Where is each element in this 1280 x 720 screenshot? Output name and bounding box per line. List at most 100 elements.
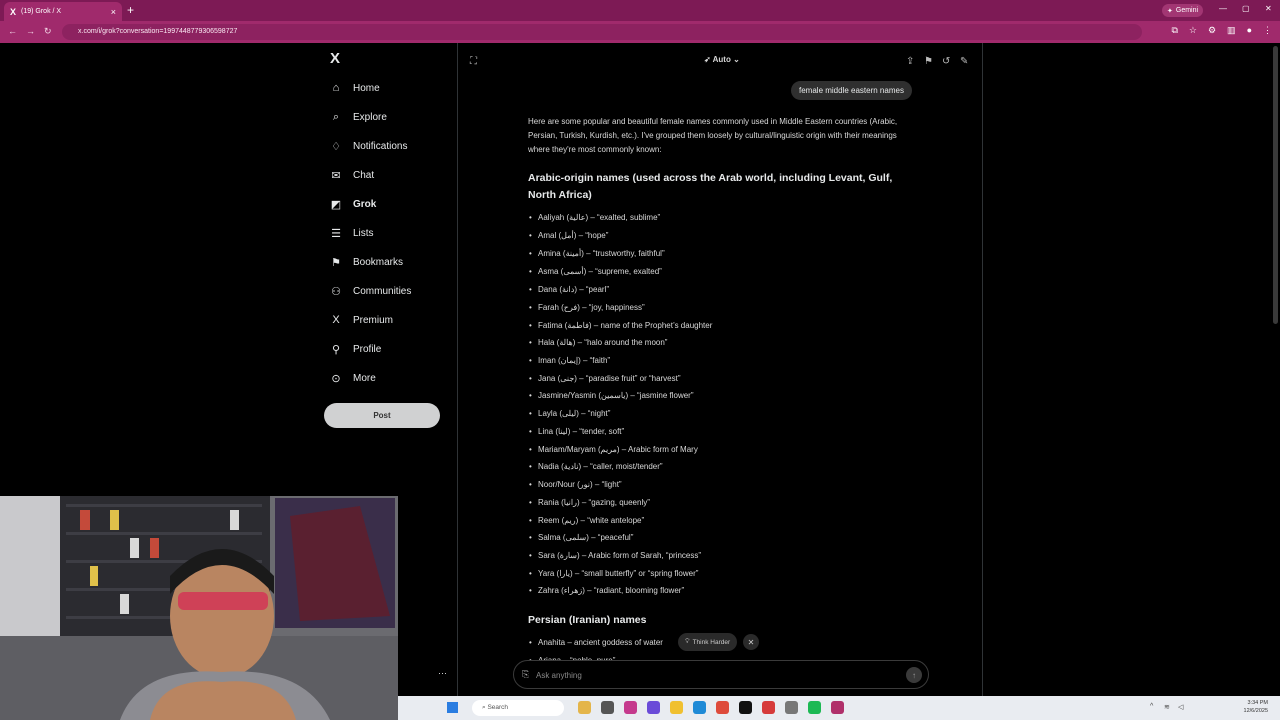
- model-selector[interactable]: ➶ Auto ⌄: [704, 55, 740, 64]
- grok-response: Here are some popular and beautiful fema…: [528, 115, 913, 665]
- gemini-label: Gemini: [1175, 7, 1199, 14]
- x-home-logo-icon[interactable]: X: [330, 50, 340, 67]
- home-icon: ⌂: [332, 82, 340, 94]
- star-icon[interactable]: ☆: [1189, 25, 1197, 36]
- app-m-icon[interactable]: [739, 701, 752, 714]
- dismiss-think-harder-icon[interactable]: ✕: [743, 634, 759, 650]
- share-icon[interactable]: ⇪: [906, 56, 914, 67]
- chevron-up-icon[interactable]: ^: [1150, 703, 1153, 710]
- bookmark-icon[interactable]: ⚑: [924, 56, 933, 67]
- url-text: x.com/i/grok?conversation=19974487793065…: [78, 28, 238, 35]
- file-explorer-icon[interactable]: [670, 701, 683, 714]
- x-icon: X: [332, 314, 340, 326]
- grok-main-panel: ⛶ ➶ Auto ⌄ ⇪ ⚑ ↺ ✎ female middle eastern…: [457, 43, 983, 696]
- minimize-icon[interactable]: —: [1219, 4, 1227, 13]
- clock[interactable]: 3:34 PM 12/6/2025: [1244, 699, 1268, 715]
- list-item: Dana (دانة) – “pearl”: [529, 285, 609, 294]
- address-bar-row: ← → ↻ x.com/i/grok?conversation=19974487…: [0, 21, 1280, 43]
- taskbar-search[interactable]: ⌕ Search: [472, 700, 564, 716]
- ask-anything-input[interactable]: [536, 668, 896, 682]
- wifi-icon[interactable]: ≋: [1164, 703, 1170, 711]
- expand-icon[interactable]: ⛶: [470, 56, 477, 67]
- window-close-icon[interactable]: ✕: [1265, 4, 1272, 13]
- list-item: Sara (سارة) – Arabic form of Sarah, “pri…: [529, 551, 701, 560]
- nav-label-chat: Chat: [353, 169, 375, 181]
- nav-item-grok[interactable]: ◩ Grok: [330, 196, 377, 212]
- list-icon: ☰: [331, 227, 341, 240]
- teams-icon[interactable]: [647, 701, 660, 714]
- reload-icon[interactable]: ↻: [44, 26, 52, 37]
- list-item: Jasmine/Yasmin (ياسمين) – “jasmine flowe…: [529, 391, 693, 400]
- gemini-button[interactable]: ✦ Gemini: [1162, 4, 1204, 17]
- list-item: Lina (لينا) – “tender, soft”: [529, 427, 624, 436]
- task-view-icon[interactable]: [601, 701, 614, 714]
- more-circle-icon: ⊙: [331, 372, 341, 385]
- url-field[interactable]: x.com/i/grok?conversation=19974487793065…: [62, 24, 1142, 40]
- chrome-profile-icon[interactable]: [831, 701, 844, 714]
- volume-icon[interactable]: ◁: [1178, 703, 1183, 711]
- tab-title: (19) Grok / X: [21, 8, 62, 15]
- list-item: Jana (جنى) – “paradise fruit” or “harves…: [529, 374, 681, 383]
- list-item: Aaliyah (عالية) – “exalted, sublime”: [529, 213, 660, 222]
- nav-label-premium: Premium: [353, 314, 394, 326]
- widgets-icon[interactable]: [578, 701, 591, 714]
- send-icon[interactable]: ↑: [906, 667, 922, 683]
- app-icon[interactable]: [624, 701, 637, 714]
- person-icon: ⚲: [331, 343, 341, 356]
- browser-tab[interactable]: X (19) Grok / X ×: [4, 2, 122, 21]
- think-harder-button[interactable]: 💡︎ Think Harder: [678, 633, 738, 651]
- section-heading-arabic: Arabic-origin names (used across the Ara…: [528, 172, 893, 201]
- account-more-icon[interactable]: ···: [438, 668, 447, 678]
- webcam-image: [0, 496, 398, 720]
- nav-item-notifications[interactable]: ♢ Notifications: [330, 138, 407, 154]
- forward-icon[interactable]: →: [26, 26, 35, 36]
- post-button[interactable]: Post: [324, 403, 440, 428]
- nav-item-home[interactable]: ⌂ Home: [330, 80, 380, 96]
- nav-item-bookmarks[interactable]: ⚑ Bookmarks: [330, 254, 403, 270]
- new-chat-icon[interactable]: ✎: [960, 56, 968, 67]
- nav-label-home: Home: [353, 82, 380, 94]
- bell-icon: ♢: [331, 140, 341, 153]
- nav-label-lists: Lists: [353, 227, 374, 239]
- spotify-icon[interactable]: [808, 701, 821, 714]
- list-item: Salma (سلمى) – “peaceful”: [529, 533, 633, 542]
- tab-close-icon[interactable]: ×: [111, 7, 116, 17]
- nav-item-premium[interactable]: X Premium: [330, 312, 393, 328]
- page-scrollbar[interactable]: [1273, 46, 1278, 324]
- x-logo-icon: X: [10, 6, 17, 17]
- edge-icon[interactable]: [693, 701, 706, 714]
- extensions-icon[interactable]: ⚙: [1208, 25, 1216, 36]
- composer: ⎘ ↑: [513, 660, 929, 689]
- taskbar: ⌕ Search ^ ≋ ◁ 3:34 PM 12/6/2025: [398, 696, 1280, 720]
- response-intro: Here are some popular and beautiful fema…: [528, 117, 898, 154]
- nav-item-profile[interactable]: ⚲ Profile: [330, 341, 381, 357]
- nav-item-chat[interactable]: ✉ Chat: [330, 167, 374, 183]
- think-harder-label: Think Harder: [692, 638, 731, 646]
- chrome-icon[interactable]: [716, 701, 729, 714]
- attach-icon[interactable]: ⎘: [522, 669, 529, 680]
- nav-item-more[interactable]: ⊙ More: [330, 370, 376, 386]
- nav-label-more: More: [353, 372, 376, 384]
- app-icon[interactable]: [785, 701, 798, 714]
- chevron-down-icon: ⌄: [733, 55, 740, 64]
- nav-label-profile: Profile: [353, 343, 382, 355]
- list-item: Farah (فرح) – “joy, happiness”: [529, 303, 645, 312]
- people-icon: ⚇: [331, 285, 341, 298]
- app-icon[interactable]: [762, 701, 775, 714]
- browser-menu-icon[interactable]: ⋮: [1263, 25, 1272, 36]
- new-tab-button[interactable]: +: [127, 3, 134, 17]
- back-icon[interactable]: ←: [8, 26, 17, 36]
- webcam-overlay: [0, 496, 398, 720]
- nav-label-notifications: Notifications: [353, 140, 408, 152]
- windows-start-icon[interactable]: [447, 702, 458, 713]
- nav-item-communities[interactable]: ⚇ Communities: [330, 283, 411, 299]
- nav-item-lists[interactable]: ☰ Lists: [330, 225, 374, 241]
- maximize-icon[interactable]: ▢: [1242, 4, 1250, 13]
- browser-toolbar-icons: ⧉ ☆ ⚙ ▥ ● ⋮: [1171, 25, 1272, 36]
- history-icon[interactable]: ↺: [942, 56, 950, 67]
- install-icon[interactable]: ⧉: [1171, 25, 1177, 36]
- nav-item-explore[interactable]: ⌕ Explore: [330, 109, 387, 125]
- profile-avatar-icon[interactable]: ●: [1247, 25, 1252, 36]
- sidepanel-icon[interactable]: ▥: [1227, 25, 1236, 36]
- grok-icon: ◩: [330, 198, 342, 211]
